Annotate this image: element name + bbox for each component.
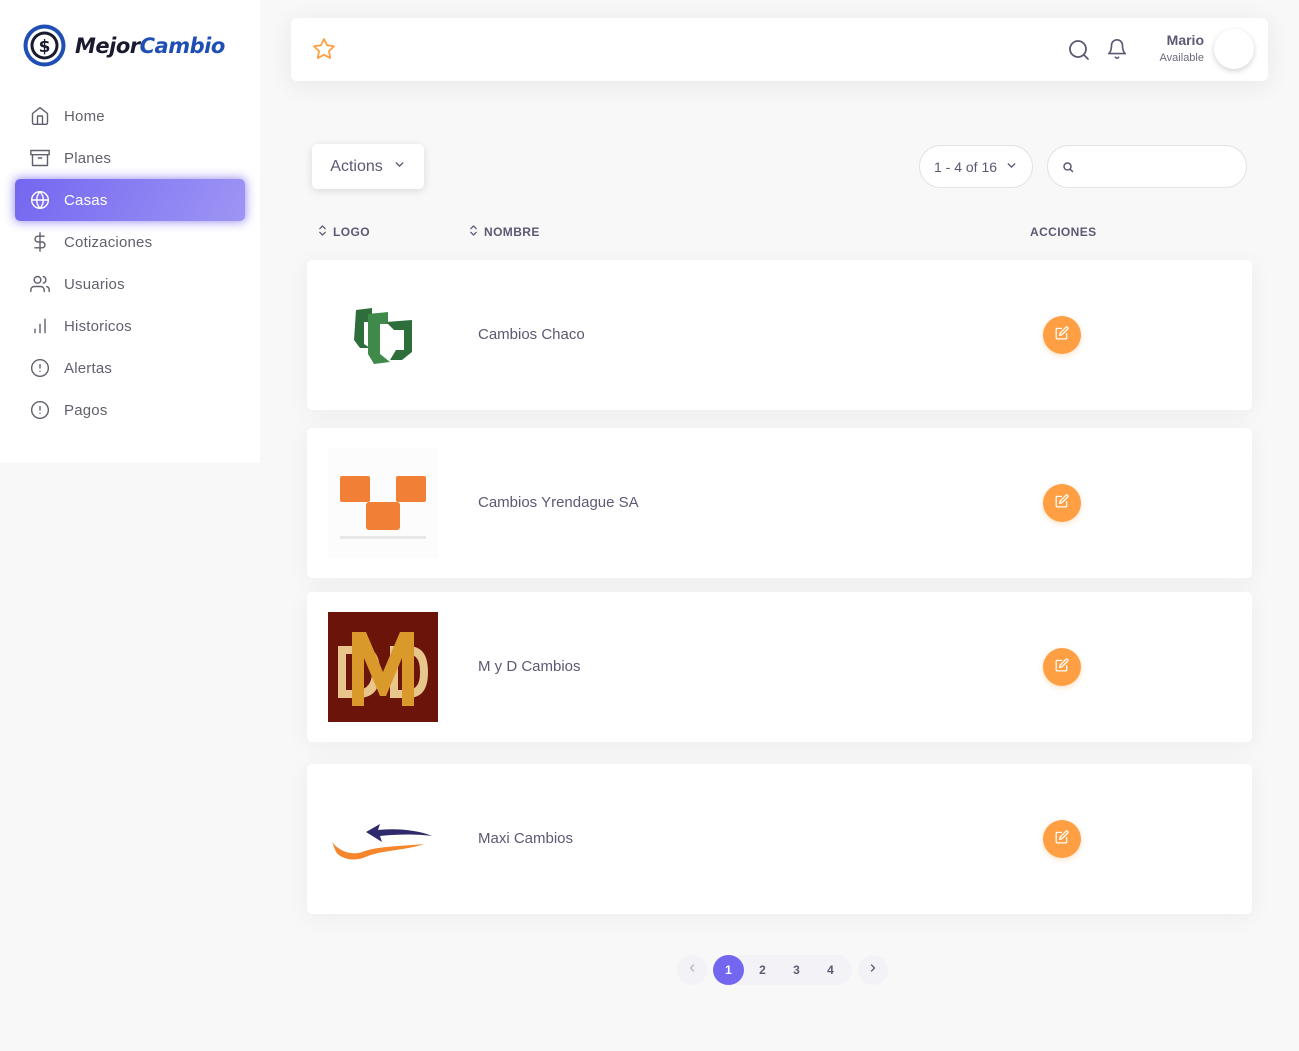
sidebar-nav: Home Planes Casas Cotizaciones Usuarios [15,95,245,431]
brand-dollar-icon: $ [23,24,66,67]
sidebar-item-historicos[interactable]: Historicos [15,305,245,347]
edit-button[interactable] [1043,820,1081,858]
table-row: Cambios Chaco [307,260,1252,410]
casa-name: Cambios Yrendague SA [478,494,639,511]
sidebar-item-label: Home [64,107,105,125]
column-header-logo[interactable]: LOGO [318,225,370,239]
pagination-prev-button[interactable] [677,955,707,985]
casa-logo-image [328,784,438,894]
pagination: 1 2 3 4 [677,955,888,985]
alert-circle-icon [30,358,50,378]
search-icon[interactable] [1067,38,1091,67]
edit-icon [1055,325,1069,345]
sidebar: $ MejorCambio Home Planes Casas Cotizaci… [0,0,260,463]
edit-button[interactable] [1043,316,1081,354]
casa-logo-image [328,280,438,390]
table-search[interactable] [1047,145,1247,188]
sidebar-item-label: Usuarios [64,275,125,293]
table-row: Maxi Cambios [307,764,1252,914]
actions-dropdown-button[interactable]: Actions [312,144,424,189]
sidebar-item-usuarios[interactable]: Usuarios [15,263,245,305]
search-icon [1062,160,1074,178]
sidebar-item-label: Historicos [64,317,132,335]
sidebar-item-label: Alertas [64,359,113,377]
chevron-left-icon [686,961,698,979]
casa-name: Maxi Cambios [478,830,574,847]
casa-logo-image [328,448,438,558]
edit-icon [1055,829,1069,849]
sidebar-item-planes[interactable]: Planes [15,137,245,179]
users-icon [30,274,50,294]
table-row: Cambios Yrendague SA [307,428,1252,578]
pagination-pages: 1 2 3 4 [713,955,852,985]
archive-icon [30,148,50,168]
chevron-down-icon [393,158,406,176]
column-header-label: ACCIONES [1030,225,1097,239]
star-icon[interactable] [312,37,336,66]
column-header-nombre[interactable]: NOMBRE [469,225,540,239]
actions-label: Actions [330,157,383,175]
column-header-label: LOGO [333,225,370,239]
sort-icon [318,225,327,239]
table-row: M y D Cambios [307,592,1252,742]
dollar-icon [30,232,50,252]
sidebar-item-label: Casas [64,191,108,209]
sidebar-item-casas[interactable]: Casas [15,179,245,221]
edit-button[interactable] [1043,484,1081,522]
casa-name: Cambios Chaco [478,326,585,343]
svg-text:$: $ [39,37,51,57]
pagination-page-1[interactable]: 1 [713,955,744,985]
sidebar-item-home[interactable]: Home [15,95,245,137]
sidebar-item-pagos[interactable]: Pagos [15,389,245,431]
home-icon [30,106,50,126]
sidebar-item-alertas[interactable]: Alertas [15,347,245,389]
sidebar-item-label: Pagos [64,401,108,419]
brand-logo[interactable]: $ MejorCambio [22,23,225,68]
sort-icon [469,225,478,239]
page-range-dropdown[interactable]: 1 - 4 of 16 [919,145,1033,188]
avatar[interactable] [1214,29,1254,69]
pagination-page-4[interactable]: 4 [815,955,846,985]
edit-button[interactable] [1043,648,1081,686]
brand-name: MejorCambio [75,33,225,58]
edit-icon [1055,493,1069,513]
casa-logo-image [328,612,438,722]
page-range-label: 1 - 4 of 16 [933,158,998,175]
pagination-page-2[interactable]: 2 [747,955,778,985]
user-status: Available [1159,52,1204,64]
chevron-right-icon [867,961,879,979]
globe-icon [30,190,50,210]
top-navbar: Mario Available [291,18,1268,81]
search-input[interactable] [1082,154,1232,180]
chevron-down-icon [1005,159,1018,175]
pagination-next-button[interactable] [858,955,888,985]
bell-icon[interactable] [1106,38,1128,65]
sidebar-item-label: Planes [64,149,112,167]
bar-chart-icon [30,316,50,336]
alert-circle-icon [30,400,50,420]
column-header-acciones: ACCIONES [1030,225,1097,239]
pagination-page-3[interactable]: 3 [781,955,812,985]
sidebar-item-label: Cotizaciones [64,233,153,251]
user-name[interactable]: Mario [1167,32,1204,48]
edit-icon [1055,657,1069,677]
casa-name: M y D Cambios [478,658,581,675]
column-header-label: NOMBRE [484,225,540,239]
sidebar-item-cotizaciones[interactable]: Cotizaciones [15,221,245,263]
